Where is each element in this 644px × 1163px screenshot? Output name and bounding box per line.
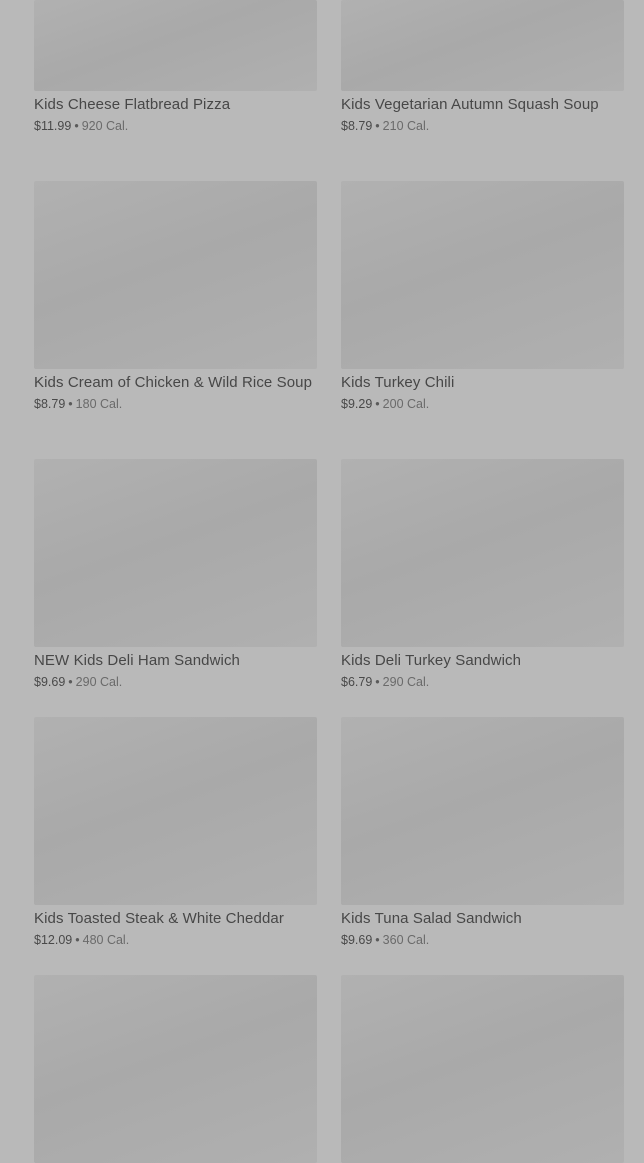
item-meta: $6.79 • 290 Cal.	[341, 674, 624, 690]
separator-dot: •	[375, 119, 380, 133]
item-name[interactable]: NEW Kids Deli Ham Sandwich	[34, 651, 317, 671]
menu-item-card[interactable]	[34, 975, 317, 1163]
item-image[interactable]	[34, 0, 317, 91]
item-meta: $9.69 • 360 Cal.	[341, 932, 624, 948]
separator-dot: •	[375, 675, 380, 689]
item-image[interactable]	[34, 717, 317, 905]
item-image[interactable]	[34, 181, 317, 369]
separator-dot: •	[375, 933, 380, 947]
item-image[interactable]	[341, 181, 624, 369]
item-name[interactable]: Kids Deli Turkey Sandwich	[341, 651, 624, 671]
menu-item-card[interactable]: Kids Cream of Chicken & Wild Rice Soup $…	[34, 181, 317, 412]
item-price: $9.69	[34, 675, 66, 689]
item-meta: $9.29 • 200 Cal.	[341, 396, 624, 412]
item-price: $8.79	[341, 119, 373, 133]
menu-item-card[interactable]: Kids Vegetarian Autumn Squash Soup $8.79…	[341, 0, 624, 134]
item-meta: $8.79 • 210 Cal.	[341, 118, 624, 134]
item-name[interactable]: Kids Cheese Flatbread Pizza	[34, 95, 317, 115]
item-image[interactable]	[341, 0, 624, 91]
item-meta: $8.79 • 180 Cal.	[34, 396, 317, 412]
item-image[interactable]	[341, 717, 624, 905]
item-image[interactable]	[34, 459, 317, 647]
menu-item-card[interactable]	[341, 975, 624, 1163]
item-calories: 360 Cal.	[382, 933, 430, 947]
separator-dot: •	[68, 675, 73, 689]
item-price: $9.69	[341, 933, 373, 947]
item-name[interactable]: Kids Toasted Steak & White Cheddar	[34, 909, 317, 929]
separator-dot: •	[68, 397, 73, 411]
item-name[interactable]: Kids Vegetarian Autumn Squash Soup	[341, 95, 624, 115]
item-meta: $9.69 • 290 Cal.	[34, 674, 317, 690]
item-calories: 290 Cal.	[382, 675, 430, 689]
item-meta: $12.09 • 480 Cal.	[34, 932, 317, 948]
item-calories: 200 Cal.	[382, 397, 430, 411]
menu-grid: Kids Cheese Flatbread Pizza $11.99 • 920 C…	[0, 0, 644, 1163]
item-price: $6.79	[341, 675, 373, 689]
item-meta: $11.99 • 920 Cal.	[34, 118, 317, 134]
item-price: $12.09	[34, 933, 73, 947]
item-calories: 920 Cal.	[81, 119, 129, 133]
item-price: $9.29	[341, 397, 373, 411]
item-name[interactable]: Kids Tuna Salad Sandwich	[341, 909, 624, 929]
separator-dot: •	[74, 119, 79, 133]
item-image[interactable]	[34, 975, 317, 1163]
item-name[interactable]: Kids Turkey Chili	[341, 373, 624, 393]
item-calories: 480 Cal.	[82, 933, 130, 947]
menu-item-card[interactable]: Kids Tuna Salad Sandwich $9.69 • 360 Cal.	[341, 717, 624, 948]
item-price: $11.99	[34, 119, 72, 133]
item-calories: 210 Cal.	[382, 119, 430, 133]
menu-item-card[interactable]: Kids Toasted Steak & White Cheddar $12.0…	[34, 717, 317, 948]
separator-dot: •	[375, 397, 380, 411]
item-price: $8.79	[34, 397, 66, 411]
menu-item-card[interactable]: Kids Cheese Flatbread Pizza $11.99 • 920 C…	[34, 0, 317, 134]
item-image[interactable]	[341, 459, 624, 647]
item-name[interactable]: Kids Cream of Chicken & Wild Rice Soup	[34, 373, 317, 393]
separator-dot: •	[75, 933, 80, 947]
item-calories: 180 Cal.	[75, 397, 123, 411]
item-calories: 290 Cal.	[75, 675, 123, 689]
menu-item-card[interactable]: Kids Deli Turkey Sandwich $6.79 • 290 Cal.	[341, 459, 624, 690]
menu-item-card[interactable]: Kids Turkey Chili $9.29 • 200 Cal.	[341, 181, 624, 412]
menu-item-card[interactable]: NEW Kids Deli Ham Sandwich $9.69 • 290 Cal…	[34, 459, 317, 690]
item-image[interactable]	[341, 975, 624, 1163]
